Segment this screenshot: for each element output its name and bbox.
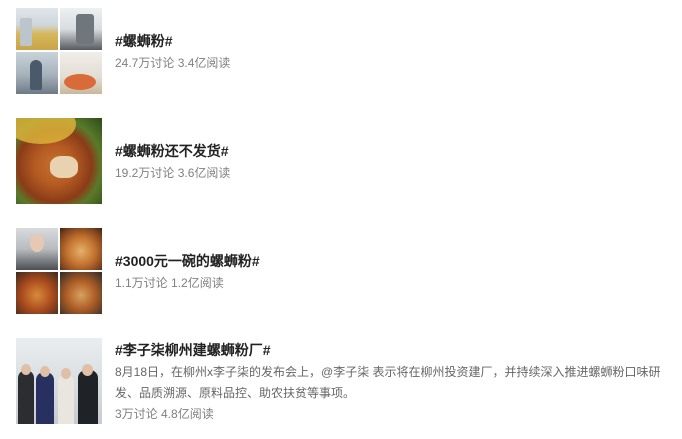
topic-stats: 3万讨论 4.8亿阅读 bbox=[115, 407, 214, 421]
topic-item[interactable]: #3000元一碗的螺蛳粉# 1.1万讨论 1.2亿阅读 bbox=[16, 228, 666, 314]
thumbnail-image bbox=[16, 118, 102, 204]
thumbnail-image bbox=[16, 338, 102, 424]
thumbnail-tile bbox=[16, 52, 58, 94]
topic-thumbnail[interactable] bbox=[16, 118, 102, 204]
thumbnail-tile bbox=[60, 272, 102, 314]
topic-title[interactable]: #李子柒柳州建螺蛳粉厂# bbox=[115, 341, 675, 359]
topic-thumbnail[interactable] bbox=[16, 338, 102, 424]
topic-item[interactable]: #螺蛳粉# 24.7万讨论 3.4亿阅读 bbox=[16, 8, 666, 94]
topic-title[interactable]: #螺蛳粉# bbox=[115, 32, 675, 50]
topic-title[interactable]: #螺蛳粉还不发货# bbox=[115, 142, 675, 160]
topic-description: 8月18日，在柳州x李子柒的发布会上，@李子柒 表示将在柳州投资建厂，并持续深入… bbox=[115, 365, 661, 400]
topic-item[interactable]: #李子柒柳州建螺蛳粉厂# 8月18日，在柳州x李子柒的发布会上，@李子柒 表示将… bbox=[16, 338, 666, 428]
thumbnail-tile bbox=[16, 272, 58, 314]
topic-thumbnail[interactable] bbox=[16, 228, 102, 314]
topic-stats: 1.1万讨论 1.2亿阅读 bbox=[115, 276, 224, 290]
topic-stats: 19.2万讨论 3.6亿阅读 bbox=[115, 166, 231, 180]
topic-thumbnail[interactable] bbox=[16, 8, 102, 94]
thumbnail-tile bbox=[60, 52, 102, 94]
topic-list: #螺蛳粉# 24.7万讨论 3.4亿阅读 #螺蛳粉还不发货# 19.2万讨论 3… bbox=[0, 0, 682, 439]
thumbnail-tile bbox=[16, 228, 58, 270]
thumbnail-tile bbox=[60, 8, 102, 50]
topic-title[interactable]: #3000元一碗的螺蛳粉# bbox=[115, 252, 675, 270]
thumbnail-tile bbox=[16, 8, 58, 50]
thumbnail-tile bbox=[60, 228, 102, 270]
topic-stats: 24.7万讨论 3.4亿阅读 bbox=[115, 56, 231, 70]
topic-item[interactable]: #螺蛳粉还不发货# 19.2万讨论 3.6亿阅读 bbox=[16, 118, 666, 204]
